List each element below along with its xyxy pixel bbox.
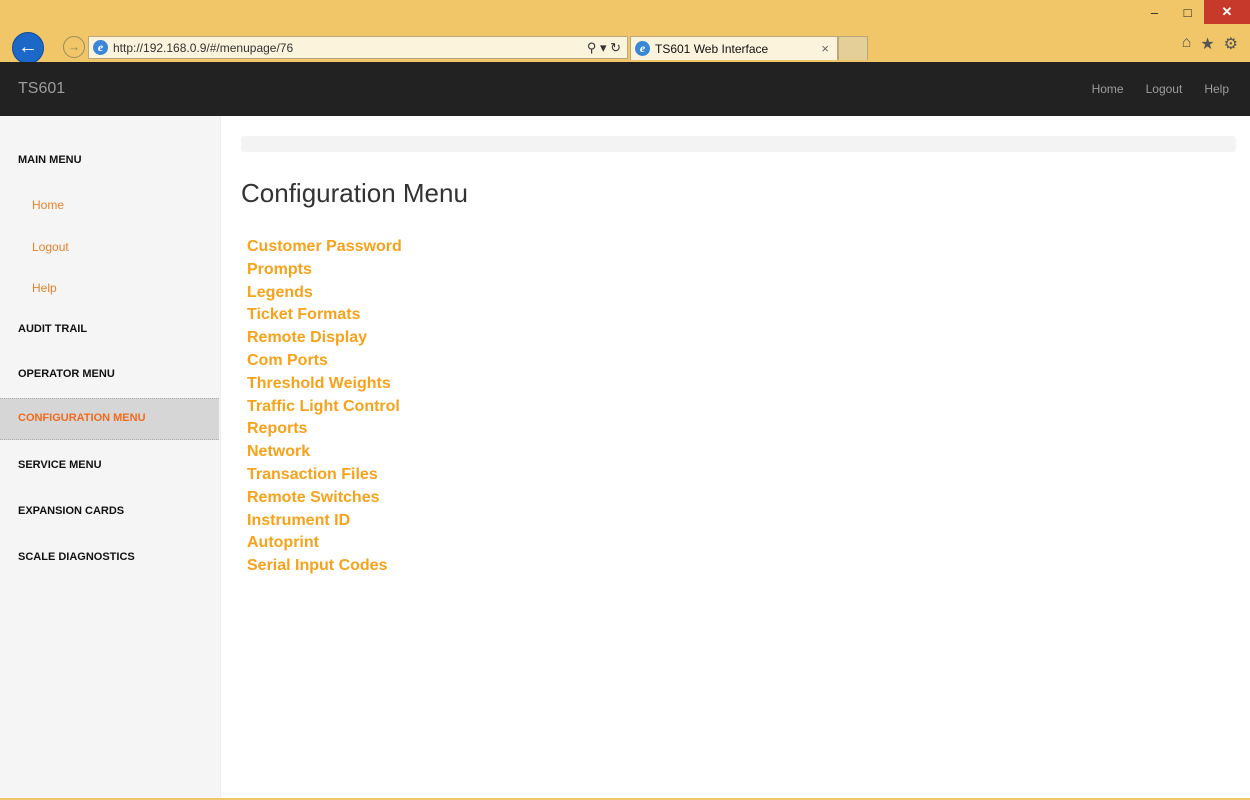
- nav-logout-link[interactable]: Logout: [1135, 62, 1194, 116]
- navbar-links: Home Logout Help: [1081, 62, 1240, 116]
- menu-item-threshold-weights[interactable]: Threshold Weights: [247, 373, 402, 396]
- sidebar-link-help[interactable]: Help: [32, 281, 57, 295]
- menu-item-legends[interactable]: Legends: [247, 282, 402, 305]
- sidebar-audit-trail[interactable]: AUDIT TRAIL: [18, 323, 87, 335]
- url-text[interactable]: http://192.168.0.9/#/menupage/76: [113, 41, 587, 55]
- sidebar-expansion-cards[interactable]: EXPANSION CARDS: [18, 505, 124, 517]
- top-navbar: TS601 Home Logout Help: [0, 62, 1250, 116]
- page-title: Configuration Menu: [241, 178, 468, 208]
- window-controls: – □ ✕: [1138, 0, 1250, 30]
- nav-home-link[interactable]: Home: [1081, 62, 1135, 116]
- minimize-icon[interactable]: –: [1138, 0, 1171, 24]
- arrow-left-icon: ←: [18, 36, 38, 58]
- new-tab-button[interactable]: [838, 36, 868, 60]
- menu-item-remote-switches[interactable]: Remote Switches: [247, 487, 402, 510]
- address-bar[interactable]: e http://192.168.0.9/#/menupage/76 ⚲ ▾ ↻: [88, 36, 628, 59]
- back-button[interactable]: ←: [12, 32, 44, 64]
- menu-item-serial-input-codes[interactable]: Serial Input Codes: [247, 555, 402, 578]
- menu-item-instrument-id[interactable]: Instrument ID: [247, 510, 402, 533]
- browser-tab[interactable]: e TS601 Web Interface ×: [630, 36, 838, 60]
- menu-item-network[interactable]: Network: [247, 441, 402, 464]
- ie-icon: e: [635, 41, 650, 56]
- home-icon[interactable]: ⌂: [1182, 34, 1192, 54]
- search-refresh-icon[interactable]: ⚲ ▾ ↻: [587, 40, 627, 56]
- ie-icon: e: [93, 40, 108, 55]
- menu-item-reports[interactable]: Reports: [247, 418, 402, 441]
- breadcrumb: [241, 136, 1236, 152]
- sidebar-operator-menu[interactable]: OPERATOR MENU: [18, 368, 115, 380]
- browser-toolbar-icons: ⌂ ★ ⚙: [1182, 34, 1238, 54]
- menu-item-traffic-light-control[interactable]: Traffic Light Control: [247, 396, 402, 419]
- sidebar-scale-diagnostics[interactable]: SCALE DIAGNOSTICS: [18, 551, 135, 563]
- menu-item-com-ports[interactable]: Com Ports: [247, 350, 402, 373]
- sidebar-service-menu[interactable]: SERVICE MENU: [18, 459, 102, 471]
- menu-item-prompts[interactable]: Prompts: [247, 259, 402, 282]
- star-icon[interactable]: ★: [1200, 34, 1214, 54]
- tab-title: TS601 Web Interface: [655, 41, 769, 56]
- maximize-icon[interactable]: □: [1171, 0, 1204, 24]
- tab-close-icon[interactable]: ×: [821, 41, 837, 56]
- arrow-right-icon: →: [67, 39, 81, 54]
- menu-item-customer-password[interactable]: Customer Password: [247, 236, 402, 259]
- menu-item-remote-display[interactable]: Remote Display: [247, 327, 402, 350]
- nav-help-link[interactable]: Help: [1193, 62, 1240, 116]
- sidebar-link-home[interactable]: Home: [32, 198, 64, 212]
- sidebar-main-menu[interactable]: MAIN MENU: [18, 154, 82, 166]
- close-icon[interactable]: ✕: [1204, 0, 1250, 24]
- menu-item-ticket-formats[interactable]: Ticket Formats: [247, 304, 402, 327]
- web-page: TS601 Home Logout Help MAIN MENU Home Lo…: [0, 62, 1250, 800]
- sidebar: MAIN MENU Home Logout Help AUDIT TRAIL O…: [0, 116, 221, 800]
- browser-chrome: – □ ✕ ← → e http://192.168.0.9/#/menupag…: [0, 0, 1250, 64]
- menu-item-autoprint[interactable]: Autoprint: [247, 532, 402, 555]
- sidebar-link-logout[interactable]: Logout: [32, 240, 69, 254]
- brand-logo[interactable]: TS601: [18, 62, 65, 116]
- sidebar-configuration-menu[interactable]: CONFIGURATION MENU: [0, 398, 219, 440]
- menu-item-transaction-files[interactable]: Transaction Files: [247, 464, 402, 487]
- gear-icon[interactable]: ⚙: [1224, 34, 1238, 54]
- sidebar-configuration-menu-label: CONFIGURATION MENU: [18, 412, 146, 424]
- forward-button[interactable]: →: [63, 36, 85, 58]
- config-menu-list: Customer Password Prompts Legends Ticket…: [247, 236, 402, 578]
